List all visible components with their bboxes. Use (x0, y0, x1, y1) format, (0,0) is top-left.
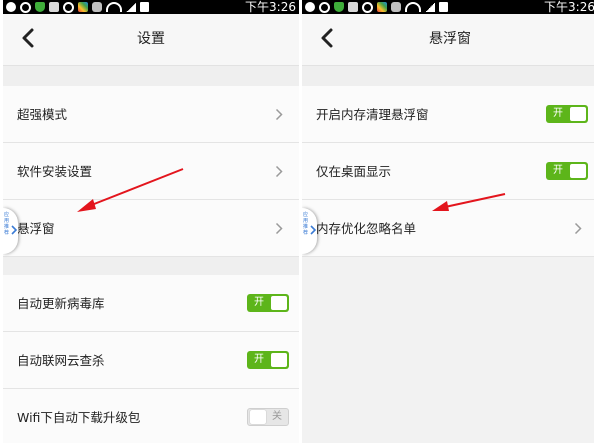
toggle-knob (570, 107, 586, 121)
status-time: 下午3:26 (544, 0, 594, 14)
toggle-knob (271, 296, 287, 310)
row-install-settings[interactable]: 软件安装设置 (3, 143, 299, 200)
row-label: 仅在桌面显示 (316, 164, 392, 179)
toggle-label: 开 (553, 108, 563, 119)
message-icon (92, 2, 102, 12)
floating-window-screen: 下午3:26 悬浮窗 开启内存清理悬浮窗 开 仅在桌面显示 开 内存优化忽略名单… (302, 0, 594, 443)
chevron-right-icon (310, 225, 316, 235)
row-label: 超强模式 (17, 107, 68, 122)
settings-screen: 下午3:26 设置 超强模式 软件安装设置 悬浮窗 自动更新病毒库 开 自动联网… (3, 0, 299, 443)
navigation-icon (20, 1, 31, 13)
shield-icon (35, 2, 45, 12)
desktop-only-toggle[interactable]: 开 (546, 162, 588, 180)
image-icon (49, 2, 59, 12)
shield-icon (334, 2, 344, 12)
sync-icon (362, 1, 373, 13)
color-app-icon (78, 2, 88, 12)
status-bar: 下午3:26 (3, 0, 299, 14)
color-app-icon (377, 2, 387, 12)
chevron-right-icon (275, 108, 283, 121)
row-cloud-scan: 自动联网云查杀 开 (3, 332, 299, 389)
section-gap (3, 257, 299, 275)
memory-float-toggle[interactable]: 开 (546, 105, 588, 123)
toggle-label: 开 (254, 297, 264, 308)
signal-icon (425, 2, 435, 12)
row-label: 自动更新病毒库 (17, 296, 105, 311)
battery-icon (439, 2, 448, 12)
toggle-label: 关 (272, 411, 282, 422)
section-gap (302, 66, 594, 86)
chevron-right-icon (275, 165, 283, 178)
add-circle-icon (6, 2, 16, 12)
row-auto-update-virus-db: 自动更新病毒库 开 (3, 275, 299, 332)
row-label: 悬浮窗 (17, 221, 55, 236)
section-gap (3, 66, 299, 86)
toggle-knob (570, 164, 586, 178)
row-wifi-auto-download: Wifi下自动下载升级包 关 (3, 389, 299, 443)
row-label: 软件安装设置 (17, 164, 93, 179)
wifi-icon (405, 2, 421, 12)
image-icon (348, 2, 358, 12)
chevron-right-icon (11, 225, 17, 235)
auto-update-toggle[interactable]: 开 (247, 294, 289, 312)
row-super-mode[interactable]: 超强模式 (3, 86, 299, 143)
message-icon (391, 2, 401, 12)
toggle-label: 开 (254, 354, 264, 365)
wifi-download-toggle[interactable]: 关 (247, 408, 289, 426)
row-label: 内存优化忽略名单 (316, 221, 417, 236)
signal-icon (126, 2, 136, 12)
page-title: 悬浮窗 (429, 31, 471, 47)
battery-icon (140, 2, 149, 12)
cloud-scan-toggle[interactable]: 开 (247, 351, 289, 369)
sync-icon (63, 1, 74, 13)
row-desktop-only: 仅在桌面显示 开 (302, 143, 594, 200)
chevron-right-icon (275, 222, 283, 235)
status-bar: 下午3:26 (302, 0, 594, 14)
row-label: 开启内存清理悬浮窗 (316, 107, 429, 122)
page-title: 设置 (137, 31, 165, 47)
chevron-right-icon (574, 222, 582, 235)
toggle-knob (271, 353, 287, 367)
add-circle-icon (305, 2, 315, 12)
wifi-icon (106, 2, 122, 12)
navigation-icon (319, 1, 330, 13)
status-time: 下午3:26 (245, 0, 296, 14)
toggle-knob (250, 410, 266, 424)
title-bar: 悬浮窗 (302, 14, 594, 66)
row-floating-window[interactable]: 悬浮窗 (3, 200, 299, 257)
toggle-label: 开 (553, 165, 563, 176)
row-label: 自动联网云查杀 (17, 353, 105, 368)
row-label: Wifi下自动下载升级包 (17, 410, 141, 425)
row-ignore-list[interactable]: 内存优化忽略名单 (302, 200, 594, 257)
title-bar: 设置 (3, 14, 299, 66)
row-enable-memory-float: 开启内存清理悬浮窗 开 (302, 86, 594, 143)
